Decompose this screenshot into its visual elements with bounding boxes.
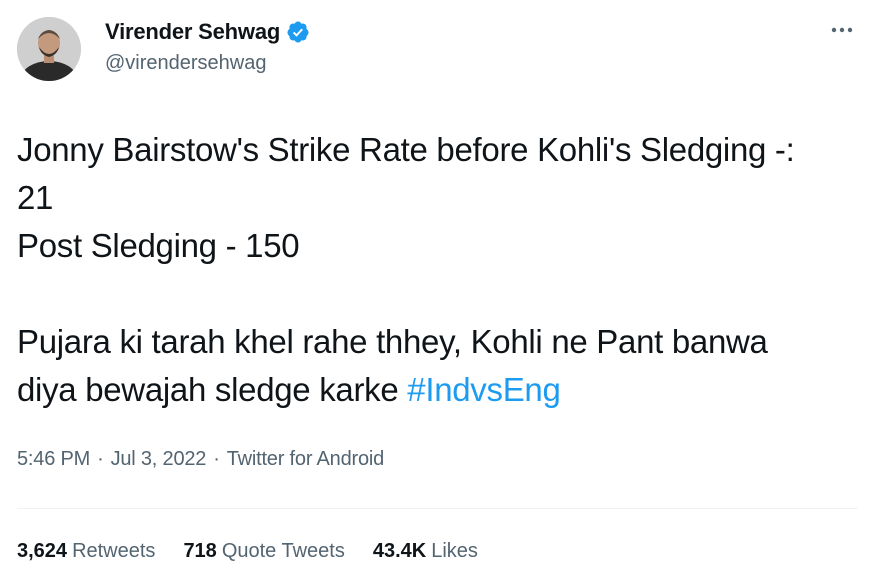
tweet-time[interactable]: 5:46 PM — [17, 448, 90, 470]
tweet-line-with-hashtag: diya bewajah sledge karke #IndvsEng — [17, 366, 857, 414]
tweet-line: Post Sledging - 150 — [17, 227, 300, 264]
avatar[interactable] — [17, 17, 81, 81]
tweet-date[interactable]: Jul 3, 2022 — [111, 448, 207, 470]
likes-label: Likes — [431, 540, 478, 562]
meta-separator: · — [213, 448, 220, 470]
author-display-name[interactable]: Virender Sehwag — [105, 19, 280, 45]
tweet-stats: 3,624 Retweets 718 Quote Tweets 43.4K Likes — [17, 540, 506, 563]
author-name-row: Virender Sehwag — [105, 16, 310, 48]
tweet-source[interactable]: Twitter for Android — [227, 448, 385, 470]
more-options-icon — [831, 27, 853, 33]
divider — [17, 508, 858, 509]
tweet-card: Virender Sehwag @virendersehwag Jonny Ba… — [0, 0, 875, 583]
tweet-line: Pujara ki tarah khel rahe thhey, Kohli n… — [17, 323, 768, 360]
meta-separator: · — [97, 448, 104, 470]
hashtag-link[interactable]: #IndvsEng — [407, 371, 561, 408]
more-options-button[interactable] — [827, 16, 857, 44]
likes-stat[interactable]: 43.4K Likes — [373, 540, 478, 563]
tweet-line: Jonny Bairstow's Strike Rate before Kohl… — [17, 131, 795, 168]
quote-tweets-stat[interactable]: 718 Quote Tweets — [183, 540, 344, 563]
avatar-image — [17, 17, 81, 81]
quote-tweets-count: 718 — [183, 540, 217, 562]
tweet-line: 21 — [17, 179, 54, 216]
retweets-count: 3,624 — [17, 540, 68, 562]
tweet-metadata: 5:46 PM · Jul 3, 2022 · Twitter for Android — [17, 448, 384, 471]
tweet-line-text: diya bewajah sledge karke — [17, 371, 408, 408]
quote-tweets-label: Quote Tweets — [221, 540, 345, 562]
likes-count: 43.4K — [372, 540, 427, 562]
retweets-stat[interactable]: 3,624 Retweets — [17, 540, 155, 563]
verified-badge-icon — [287, 21, 309, 43]
tweet-text: Jonny Bairstow's Strike Rate before Kohl… — [17, 126, 857, 414]
retweets-label: Retweets — [72, 540, 156, 562]
author-handle[interactable]: @virendersehwag — [105, 52, 267, 75]
